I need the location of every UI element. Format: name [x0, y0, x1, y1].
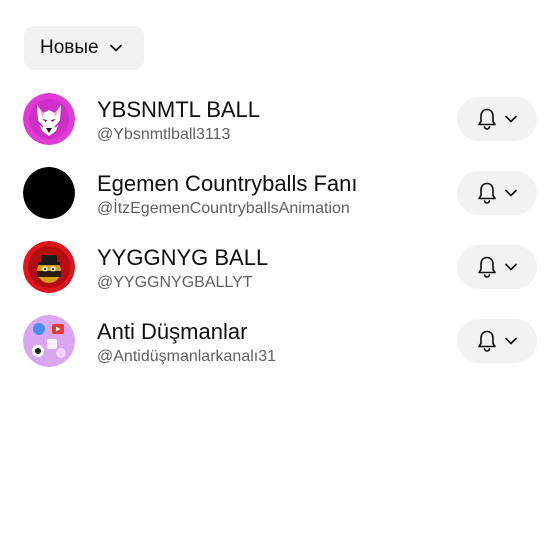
wolf-avatar-image [23, 93, 75, 145]
notification-settings-button[interactable] [457, 245, 537, 289]
channel-name[interactable]: YYGGNYG BALL [97, 245, 268, 271]
channel-row[interactable]: YYGGNYG BALL @YYGGNYGBALLYT [0, 241, 560, 315]
black-avatar-image [23, 167, 75, 219]
channel-avatar[interactable] [23, 167, 75, 219]
chevron-down-icon [505, 115, 517, 123]
notification-settings-button[interactable] [457, 319, 537, 363]
channel-avatar[interactable] [23, 241, 75, 293]
channel-handle: @İtzEgemenCountryballsAnimation [97, 200, 350, 217]
channel-row[interactable]: YBSNMTL BALL @Ybsnmtlball3113 [0, 93, 560, 167]
channel-name[interactable]: YBSNMTL BALL [97, 97, 260, 123]
notification-settings-button[interactable] [457, 97, 537, 141]
bell-icon [478, 256, 496, 278]
chevron-down-icon [109, 44, 122, 52]
bell-icon [478, 108, 496, 130]
chevron-down-icon [505, 337, 517, 345]
bell-icon [478, 330, 496, 352]
channel-handle: @Antidüşmanlarkanalı31 [97, 348, 277, 365]
channel-row[interactable]: Egemen Countryballs Fanı @İtzEgemenCount… [0, 167, 560, 241]
sort-dropdown[interactable]: Новые [24, 26, 144, 70]
channel-handle: @Ybsnmtlball3113 [97, 126, 231, 143]
bell-icon [478, 182, 496, 204]
channel-name[interactable]: Anti Düşmanlar [97, 319, 247, 345]
channel-name[interactable]: Egemen Countryballs Fanı [97, 171, 357, 197]
sort-label: Новые [40, 37, 99, 58]
channel-row[interactable]: Anti Düşmanlar @Antidüşmanlarkanalı31 [0, 315, 560, 389]
chevron-down-icon [505, 189, 517, 197]
collage-avatar-image [23, 315, 75, 367]
countryball-avatar-image [23, 241, 75, 293]
notification-settings-button[interactable] [457, 171, 537, 215]
channel-handle: @YYGGNYGBALLYT [97, 274, 253, 291]
chevron-down-icon [505, 263, 517, 271]
channel-avatar[interactable] [23, 315, 75, 367]
channel-avatar[interactable] [23, 93, 75, 145]
